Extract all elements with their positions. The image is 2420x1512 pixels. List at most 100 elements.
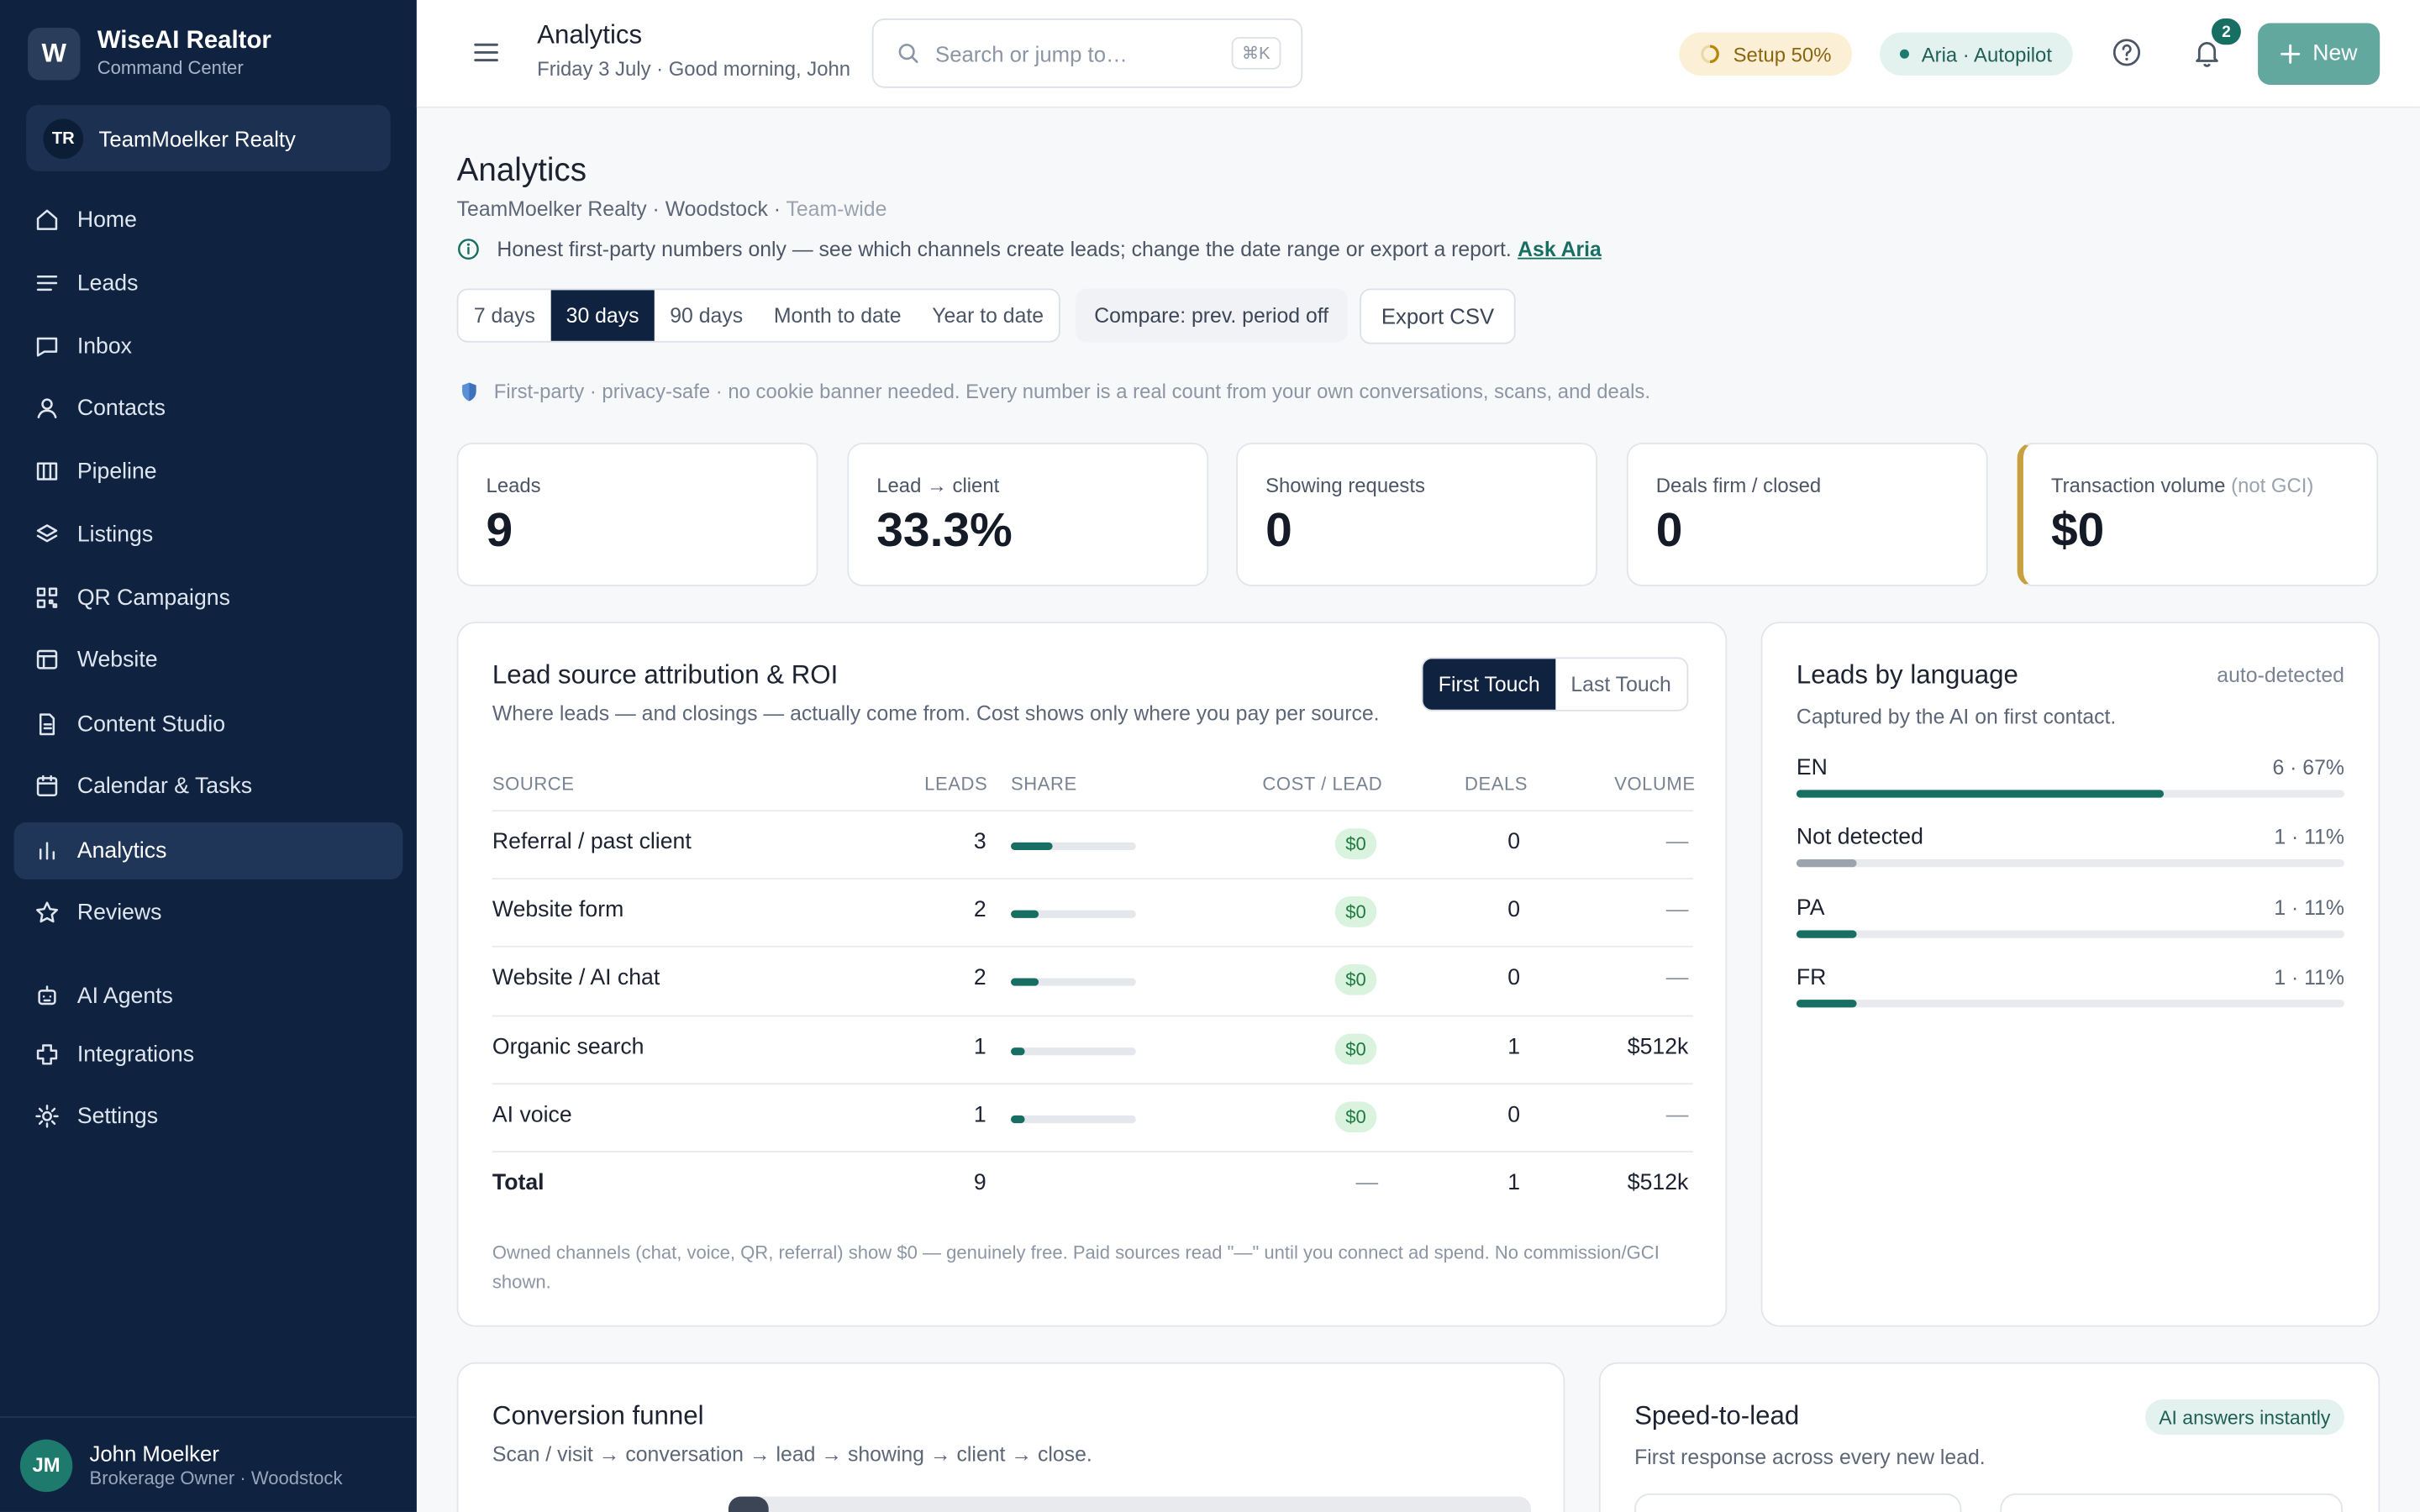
- volume-cell: —: [1665, 1102, 1689, 1128]
- setup-progress-pill[interactable]: Setup 50%: [1679, 32, 1852, 76]
- menu-icon[interactable]: [472, 39, 500, 66]
- deals-cell: 0: [1507, 898, 1521, 923]
- deals-cell: 0: [1507, 1102, 1521, 1128]
- nav-label: Content Studio: [76, 711, 226, 738]
- col-share: SHARE: [1011, 773, 1077, 795]
- team-avatar: TR: [43, 118, 84, 159]
- nav-item-leads[interactable]: Leads: [14, 255, 403, 312]
- brand[interactable]: W WiseAI Realtor Command Center: [28, 28, 271, 81]
- volume-cell: $512k: [1627, 1034, 1689, 1060]
- new-button[interactable]: New: [2258, 23, 2381, 86]
- attribution-subtitle: Where leads — and closings — actually co…: [492, 701, 1380, 726]
- privacy-note: First-party · privacy-safe · no cookie b…: [460, 380, 1650, 402]
- deals-cell: 0: [1507, 966, 1521, 991]
- table-row[interactable]: Website form 2 $0 0 —: [492, 878, 1693, 946]
- range-month-to-date[interactable]: Month to date: [759, 290, 917, 341]
- info-banner: Honest first-party numbers only — see wh…: [457, 238, 1602, 261]
- language-name: PA: [1796, 895, 1825, 921]
- table-row[interactable]: Referral / past client 3 $0 0 —: [492, 810, 1693, 878]
- range-7-days[interactable]: 7 days: [459, 290, 551, 341]
- aria-label: Aria · Autopilot: [1921, 42, 2052, 66]
- page-subtitle-text: TeamMoelker Realty · Woodstock ·: [456, 197, 786, 221]
- new-button-label: New: [2312, 41, 2358, 66]
- progress-ring-icon: [1701, 45, 1719, 64]
- document-icon: [33, 711, 60, 738]
- nav-item-analytics[interactable]: Analytics: [13, 822, 403, 879]
- leads-cell: 3: [973, 830, 986, 855]
- total-volume: $512k: [1627, 1171, 1689, 1196]
- table-row[interactable]: AI voice 1 $0 0 —: [492, 1082, 1693, 1151]
- home-icon: [33, 206, 60, 234]
- cost-badge: $0: [1334, 1032, 1377, 1064]
- speed-title: Speed-to-lead: [1634, 1400, 1800, 1431]
- last-touch-tab[interactable]: Last Touch: [1555, 659, 1687, 710]
- source-cell: Website form: [492, 898, 624, 923]
- nav-item-reviews[interactable]: Reviews: [14, 884, 403, 941]
- nav-item-listings[interactable]: Listings: [14, 506, 403, 563]
- kpi-value: $0: [2050, 502, 2105, 558]
- funnel-title: Conversion funnel: [492, 1400, 704, 1431]
- search-box[interactable]: ⌘K: [871, 18, 1303, 88]
- kpi-label: Transaction volume (not GCI): [2051, 474, 2349, 497]
- search-input[interactable]: [935, 40, 1213, 66]
- cost-badge: $0: [1334, 964, 1377, 996]
- export-csv-button[interactable]: Export CSV: [1360, 288, 1516, 344]
- col-leads: LEADS: [924, 773, 988, 795]
- kpi-value: 0: [1655, 502, 1683, 558]
- total-deals: 1: [1507, 1171, 1521, 1196]
- kpi-leads: Leads 9: [456, 443, 818, 586]
- columns-icon: [33, 458, 60, 486]
- nav-label: Inbox: [76, 333, 133, 360]
- user-profile[interactable]: JM John Moelker Brokerage Owner · Woodst…: [0, 1416, 417, 1512]
- nav-item-calendar[interactable]: Calendar & Tasks: [14, 758, 403, 815]
- nav-item-pipeline[interactable]: Pipeline: [14, 443, 403, 500]
- speed-subtitle: First response across every new lead.: [1634, 1445, 1986, 1469]
- compare-toggle[interactable]: Compare: prev. period off: [1076, 288, 1348, 343]
- user-icon: [33, 394, 60, 422]
- help-icon[interactable]: [2112, 37, 2143, 68]
- nav-item-qr-campaigns[interactable]: QR Campaigns: [14, 570, 403, 627]
- range-30-days[interactable]: 30 days: [550, 290, 655, 341]
- ask-aria-link[interactable]: Ask Aria: [1518, 238, 1602, 261]
- search-shortcut: ⌘K: [1231, 37, 1281, 70]
- touch-model-toggle: First Touch Last Touch: [1421, 657, 1689, 711]
- language-title: Leads by language: [1796, 660, 2018, 690]
- nav-item-contacts[interactable]: Contacts: [14, 380, 403, 437]
- nav-label: Analytics: [76, 838, 167, 864]
- nav-label: Reviews: [76, 900, 162, 926]
- kpi-label: Deals firm / closed: [1655, 473, 1822, 497]
- language-name: EN: [1796, 755, 1828, 781]
- ai-instant-badge: AI answers instantly: [2144, 1399, 2344, 1436]
- col-cost: COST / LEAD: [1262, 773, 1383, 795]
- info-icon: [458, 239, 479, 260]
- brand-logo: W: [28, 28, 81, 81]
- speed-stat-tile: [1634, 1493, 1962, 1512]
- leads-cell: 2: [973, 898, 986, 923]
- table-row[interactable]: Organic search 1 $0 1 $512k: [492, 1014, 1693, 1083]
- share-bar-track: [1011, 842, 1136, 851]
- qr-icon: [33, 584, 60, 612]
- nav-item-settings[interactable]: Settings: [14, 1088, 403, 1145]
- first-touch-tab[interactable]: First Touch: [1423, 659, 1555, 710]
- kpi-label-note: (not GCI): [2231, 473, 2314, 497]
- range-year-to-date[interactable]: Year to date: [917, 290, 1060, 341]
- nav-item-inbox[interactable]: Inbox: [14, 318, 403, 375]
- kpi-label: Showing requests: [1265, 473, 1425, 497]
- inbox-icon: [33, 333, 60, 360]
- range-90-days[interactable]: 90 days: [655, 290, 759, 341]
- language-bar-fill: [1796, 790, 2164, 798]
- star-icon: [33, 899, 60, 927]
- aria-status-pill[interactable]: Aria · Autopilot: [1880, 32, 2072, 76]
- team-switcher[interactable]: TR TeamMoelker Realty: [26, 104, 391, 171]
- table-row[interactable]: Website / AI chat 2 $0 0 —: [492, 946, 1693, 1015]
- kpi-label: Lead → client: [876, 473, 1000, 497]
- nav-item-website[interactable]: Website: [14, 631, 403, 688]
- nav-label: Contacts: [76, 396, 166, 421]
- nav-label: Listings: [76, 522, 154, 548]
- nav-item-integrations[interactable]: Integrations: [14, 1026, 403, 1083]
- topbar-title: Analytics: [537, 19, 643, 50]
- source-cell: Organic search: [492, 1034, 644, 1060]
- nav-item-ai-agents[interactable]: AI Agents: [14, 968, 403, 1025]
- nav-item-content-studio[interactable]: Content Studio: [14, 696, 403, 753]
- nav-item-home[interactable]: Home: [14, 192, 403, 249]
